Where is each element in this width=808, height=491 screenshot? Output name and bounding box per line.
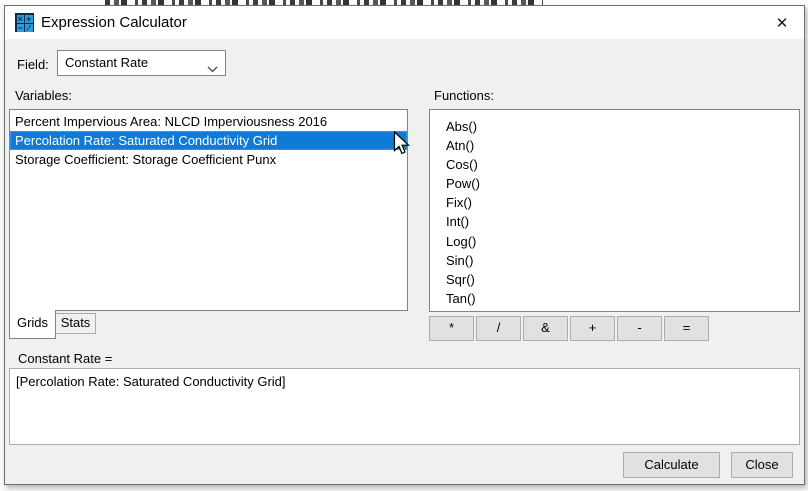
function-item-atn[interactable]: Atn() — [446, 136, 799, 155]
function-item-pow[interactable]: Pow() — [446, 174, 799, 193]
function-item-tan[interactable]: Tan() — [446, 289, 799, 308]
operator-button-equals[interactable]: = — [664, 316, 709, 341]
calculator-icon: × + − ∕ — [15, 13, 34, 32]
function-item-sin[interactable]: Sin() — [446, 251, 799, 270]
expression-input[interactable]: [Percolation Rate: Saturated Conductivit… — [9, 368, 800, 445]
function-item-log[interactable]: Log() — [446, 232, 799, 251]
calculator-icon-divide: ∕ — [25, 23, 33, 32]
screen: × + − ∕ Expression Calculator ✕ Field: C… — [0, 0, 808, 491]
function-item-sqr[interactable]: Sqr() — [446, 270, 799, 289]
operator-button-minus[interactable]: - — [617, 316, 662, 341]
variable-row-storage-coefficient[interactable]: Storage Coefficient: Storage Coefficient… — [10, 150, 407, 169]
mouse-cursor-icon — [393, 130, 411, 162]
field-select-value: Constant Rate — [65, 55, 149, 70]
window-titlebar[interactable]: × + − ∕ Expression Calculator ✕ — [5, 6, 804, 39]
variables-label: Variables: — [15, 88, 72, 103]
field-select[interactable]: Constant Rate — [57, 50, 226, 76]
tab-stats[interactable]: Stats — [55, 313, 96, 334]
function-item-cos[interactable]: Cos() — [446, 155, 799, 174]
variable-row-percolation-rate[interactable]: Percolation Rate: Saturated Conductivity… — [10, 131, 407, 150]
variables-listbox[interactable]: Percent Impervious Area: NLCD Impervious… — [9, 109, 408, 311]
tab-grids[interactable]: Grids — [9, 310, 56, 339]
variable-row-percent-impervious[interactable]: Percent Impervious Area: NLCD Impervious… — [10, 112, 407, 131]
calculator-icon-plus: + — [25, 13, 33, 24]
operator-button-multiply[interactable]: * — [429, 316, 474, 341]
field-label: Field: — [17, 57, 49, 72]
operator-button-plus[interactable]: + — [570, 316, 615, 341]
window-close-button[interactable]: ✕ — [769, 11, 795, 35]
close-button[interactable]: Close — [731, 452, 793, 478]
expression-label: Constant Rate = — [18, 351, 113, 366]
close-icon: ✕ — [775, 15, 789, 32]
expression-calculator-dialog: × + − ∕ Expression Calculator ✕ Field: C… — [4, 5, 805, 485]
calculate-button[interactable]: Calculate — [623, 452, 720, 478]
functions-label: Functions: — [434, 88, 494, 103]
calculator-icon-multiply: × — [16, 13, 24, 24]
operator-button-ampersand[interactable]: & — [523, 316, 568, 341]
operator-button-divide[interactable]: / — [476, 316, 521, 341]
function-item-int[interactable]: Int() — [446, 212, 799, 231]
function-item-abs[interactable]: Abs() — [446, 117, 799, 136]
window-title: Expression Calculator — [41, 14, 187, 31]
chevron-down-icon — [207, 60, 218, 78]
functions-listbox[interactable]: Abs() Atn() Cos() Pow() Fix() Int() Log(… — [429, 109, 800, 312]
calculator-icon-minus: − — [16, 22, 24, 33]
function-item-fix[interactable]: Fix() — [446, 193, 799, 212]
